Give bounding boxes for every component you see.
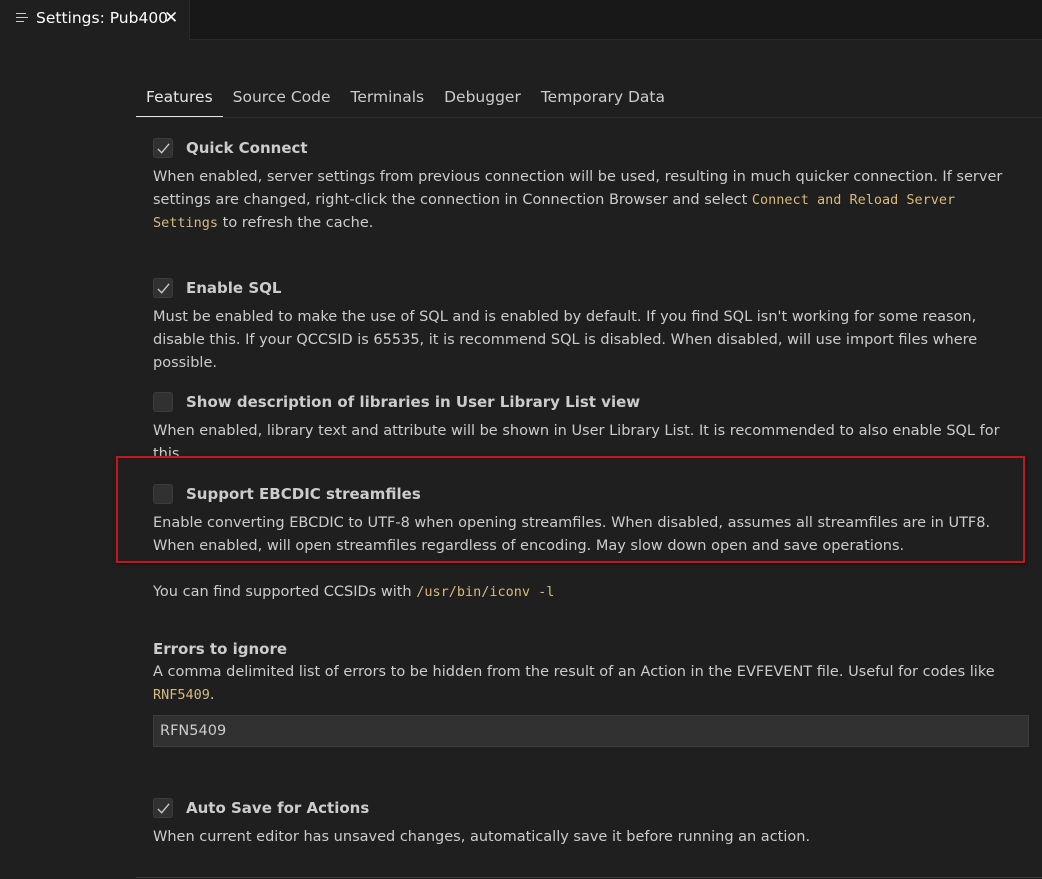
show-lib-desc-checkbox[interactable] [153,392,173,412]
setting-quick-connect: Quick Connect When enabled, server setti… [153,138,1023,235]
check-icon [157,283,170,294]
ccsid-note: You can find supported CCSIDs with /usr/… [153,577,1023,604]
setting-support-ebcdic: Support EBCDIC streamfiles Enable conver… [153,484,1023,558]
errors-desc-tail: . [209,687,215,703]
setting-auto-save-actions: Auto Save for Actions When current edito… [153,798,1023,849]
errors-to-ignore-title: Errors to ignore [153,640,288,658]
editor-tab-settings[interactable]: Settings: Pub400 ✕ [0,0,190,40]
tab-temporary-data[interactable]: Temporary Data [531,86,675,117]
editor-tab-title: Settings: Pub400 [36,9,169,27]
auto-save-description: When current editor has unsaved changes,… [153,829,811,845]
close-icon[interactable]: ✕ [164,8,178,28]
quick-connect-checkbox[interactable] [153,138,173,158]
enable-sql-checkbox[interactable] [153,278,173,298]
ebcdic-description: Enable converting EBCDIC to UTF-8 when o… [153,515,991,554]
setting-show-library-description: Show description of libraries in User Li… [153,392,1023,466]
enable-sql-row: Enable SQL [153,278,1023,302]
setting-enable-sql: Enable SQL Must be enabled to make the u… [153,278,1023,375]
tab-divider [136,117,1042,118]
errors-to-ignore-description: A comma delimited list of errors to be h… [153,661,1023,707]
rnf5409-code: RNF5409 [153,687,210,703]
ccsid-note-prefix: You can find supported CCSIDs with [153,584,417,600]
show-lib-desc-row: Show description of libraries in User Li… [153,392,1023,416]
quick-connect-row: Quick Connect [153,138,1023,162]
show-lib-desc-label: Show description of libraries in User Li… [186,393,641,411]
quick-connect-description: When enabled, server settings from previ… [153,166,1023,235]
tab-features[interactable]: Features [136,86,223,117]
quick-connect-desc-tail: to refresh the cache. [218,215,374,231]
ccsid-note-text: You can find supported CCSIDs with /usr/… [153,581,1023,604]
tab-source-code[interactable]: Source Code [223,86,341,117]
errors-desc-text: A comma delimited list of errors to be h… [153,664,995,680]
iconv-command-code: /usr/bin/iconv -l [416,584,555,600]
check-icon [157,143,170,154]
errors-to-ignore-input[interactable] [153,715,1029,747]
enable-sql-label: Enable SQL [186,279,282,297]
settings-lines-icon [16,13,30,25]
tab-terminals[interactable]: Terminals [341,86,435,117]
quick-connect-label: Quick Connect [186,139,308,157]
setting-errors-to-ignore: Errors to ignore A comma delimited list … [153,640,1029,747]
bottom-divider [136,877,1042,878]
tab-debugger[interactable]: Debugger [434,86,531,117]
ebcdic-checkbox[interactable] [153,484,173,504]
ebcdic-label: Support EBCDIC streamfiles [186,485,421,503]
auto-save-row: Auto Save for Actions [153,798,1023,822]
auto-save-label: Auto Save for Actions [186,799,370,817]
settings-tab-list: Features Source Code Terminals Debugger … [136,86,675,118]
auto-save-checkbox[interactable] [153,798,173,818]
ebcdic-row: Support EBCDIC streamfiles [153,484,1023,508]
check-icon [157,803,170,814]
enable-sql-description: Must be enabled to make the use of SQL a… [153,309,978,371]
